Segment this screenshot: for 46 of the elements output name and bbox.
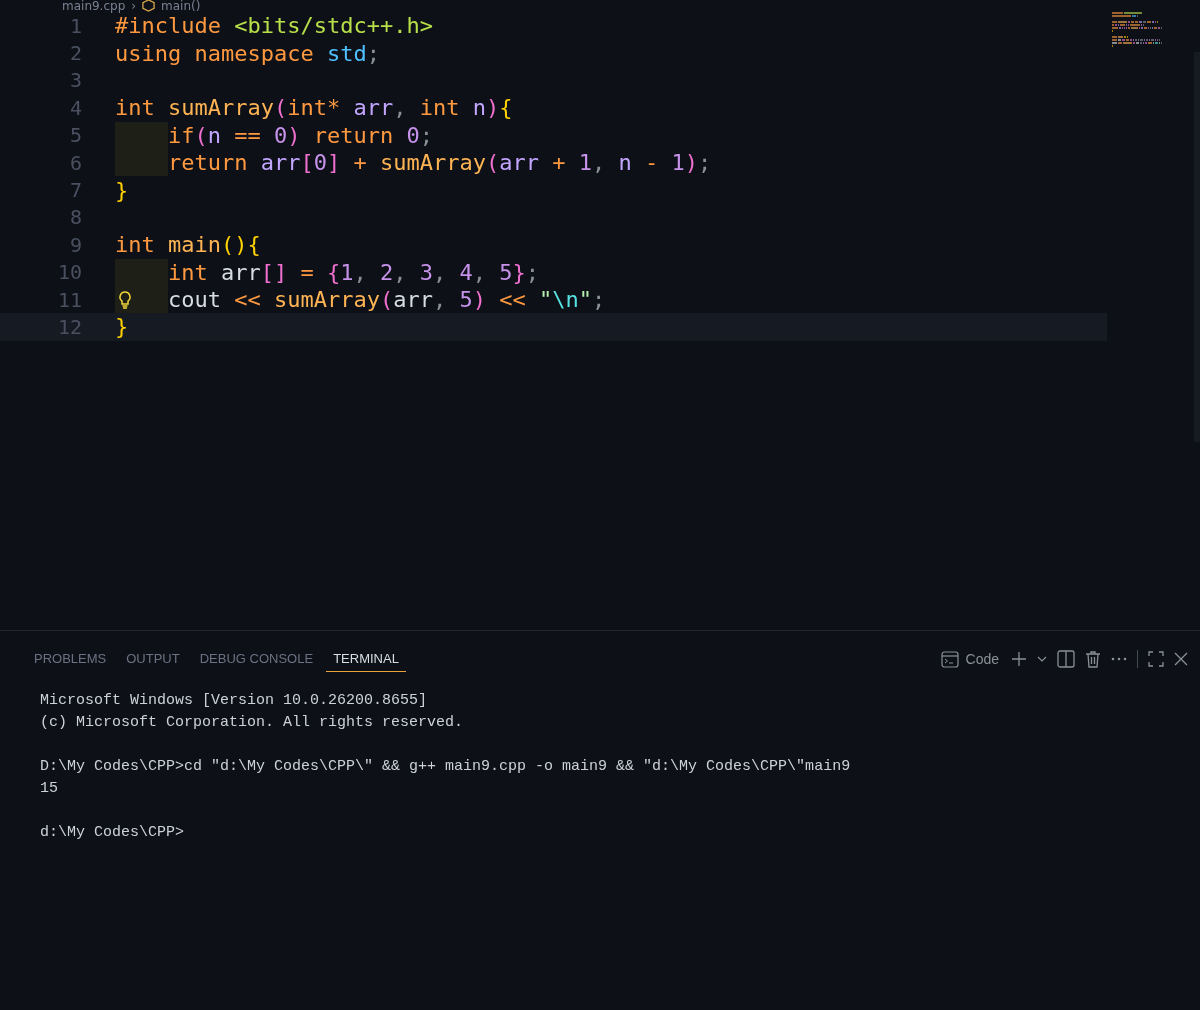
close-icon[interactable] [1174, 652, 1188, 666]
line-number: 12 [56, 315, 82, 339]
line-number: 5 [68, 123, 82, 148]
more-icon[interactable] [1111, 657, 1127, 661]
panel-tab[interactable]: TERMINAL [326, 646, 406, 672]
terminal-output: (c) Microsoft Corporation. All rights reserved. [40, 714, 464, 731]
code-line: int arr[] = {1, 2, 3, 4, 5}; [168, 259, 539, 285]
terminal-output: 15 [40, 780, 58, 797]
code-line: #include <bits/stdc++.h> [115, 13, 433, 39]
lightbulb-icon[interactable] [118, 289, 132, 310]
line-number: 2 [68, 41, 82, 66]
line-number: 3 [68, 68, 82, 93]
trash-icon[interactable] [1085, 650, 1101, 668]
plus-icon[interactable] [1011, 651, 1027, 667]
terminal-output: Microsoft Windows [Version 10.0.26200.8655] [40, 692, 428, 709]
code-line: return arr[0] + sumArray(arr + 1, n - 1); [168, 150, 712, 176]
code-line: using namespace std; [115, 40, 380, 66]
code-line: int sumArray(int* arr, int n){ [115, 95, 513, 121]
split-icon[interactable] [1057, 650, 1075, 668]
line-number: 7 [68, 178, 82, 203]
line-number: 11 [56, 287, 82, 312]
breadcrumb-symbol[interactable]: main() [161, 0, 201, 12]
chevron-down-icon[interactable] [1037, 655, 1047, 663]
terminal-output: D:\My Codes\CPP>cd "d:\My Codes\CPP\" && g++ main9.cpp -o main9 && "d:\My Codes\CPP\"main9 [40, 758, 851, 775]
panel-tab[interactable]: DEBUG CONSOLE [192, 646, 321, 672]
terminal-output: d:\My Codes\CPP> [40, 824, 185, 841]
line-number: 9 [68, 232, 82, 257]
code-line: cout << sumArray(arr, 5) << "\n"; [168, 287, 606, 313]
line-number: 1 [68, 13, 82, 38]
breadcrumb-separator: › [131, 0, 137, 12]
line-number: 10 [56, 260, 82, 285]
code-line: int main(){ [115, 232, 261, 258]
code-line: } [115, 314, 129, 340]
line-number: 6 [68, 150, 82, 175]
panel-tab[interactable]: OUTPUT [119, 646, 187, 672]
minimap-drawing[interactable] [1112, 12, 1162, 47]
terminal-icon [940, 650, 959, 668]
terminal-name[interactable]: Code [965, 651, 999, 667]
breadcrumb-file[interactable]: main9.cpp [62, 0, 126, 12]
code-line: if(n == 0) return 0; [168, 122, 433, 148]
line-number: 4 [68, 95, 82, 120]
panel-tab[interactable]: PROBLEMS [27, 646, 114, 672]
line-number: 8 [68, 205, 82, 230]
maximize-icon[interactable] [1148, 651, 1164, 667]
code-line: } [115, 177, 129, 203]
method-icon [142, 0, 156, 12]
